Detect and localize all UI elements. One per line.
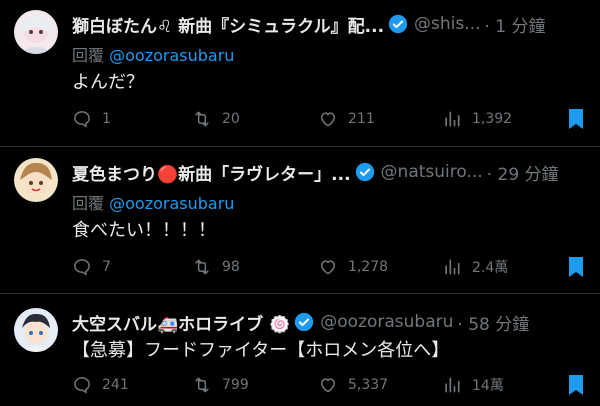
- tweet-text: よんだ？: [72, 72, 144, 93]
- reply-button[interactable]: 1: [72, 107, 111, 131]
- tweet-header: 大空スバル🚑ホロライブ 🍥 @oozorasubaru · 58 分鐘: [72, 310, 590, 334]
- like-count: 211: [348, 111, 375, 127]
- avatar-image: [14, 158, 58, 202]
- heart-icon: [321, 260, 335, 275]
- bookmark-icon[interactable]: [566, 256, 586, 278]
- display-name[interactable]: 大空スバル🚑ホロライブ 🍥: [72, 310, 290, 335]
- like-button[interactable]: 1,278: [318, 255, 388, 279]
- retweet-button[interactable]: 20: [192, 107, 240, 131]
- reply-button[interactable]: 7: [72, 255, 111, 279]
- avatar[interactable]: [14, 10, 58, 54]
- tweet-1[interactable]: 獅白ぼたん♌ 新曲『シミュラクル』配... @shis... · 1 分鐘 回覆…: [0, 0, 600, 147]
- avatar-image: [14, 308, 58, 352]
- timestamp[interactable]: · 29 分鐘: [487, 160, 559, 185]
- reply-button[interactable]: 241: [72, 373, 129, 397]
- retweet-icon: [195, 111, 209, 127]
- user-handle[interactable]: @natsuiro...: [381, 162, 483, 182]
- retweet-count: 799: [222, 377, 249, 393]
- display-name[interactable]: 獅白ぼたん♌ 新曲『シミュラクル』配...: [72, 12, 384, 37]
- timestamp[interactable]: · 1 分鐘: [484, 12, 545, 37]
- heart-icon: [321, 378, 335, 393]
- user-handle[interactable]: @oozorasubaru: [320, 312, 453, 332]
- action-bar: 7 98 1,278 2.4萬: [72, 255, 586, 279]
- action-bar: 1 20 211 1,392: [72, 107, 586, 131]
- tweet-3[interactable]: 大空スバル🚑ホロライブ 🍥 @oozorasubaru · 58 分鐘 【急募】…: [0, 294, 600, 406]
- tweet-2[interactable]: 夏色まつり🔴新曲「ラヴレター」... @natsuiro... · 29 分鐘 …: [0, 147, 600, 294]
- reply-prefix: 回覆: [72, 46, 105, 65]
- retweet-button[interactable]: 799: [192, 373, 249, 397]
- reply-prefix: 回覆: [72, 194, 105, 213]
- view-count: 2.4萬: [472, 260, 509, 276]
- reply-context: 回覆 @oozorasubaru: [72, 42, 234, 66]
- verified-badge-icon: [295, 312, 314, 332]
- bookmark-icon[interactable]: [566, 108, 586, 130]
- verified-badge-icon: [388, 14, 408, 34]
- views-button[interactable]: 1,392: [442, 107, 512, 131]
- reply-icon: [74, 377, 90, 394]
- retweet-icon: [195, 377, 209, 393]
- views-chart-icon: [445, 259, 460, 275]
- heart-icon: [321, 112, 335, 127]
- reply-icon: [74, 259, 90, 276]
- retweet-count: 98: [222, 259, 240, 275]
- views-button[interactable]: 14萬: [442, 373, 504, 397]
- tweet-text: 食べたい！！！！: [72, 220, 216, 241]
- views-chart-icon: [445, 377, 460, 393]
- like-count: 1,278: [348, 259, 389, 275]
- reply-count: 241: [102, 377, 129, 393]
- like-count: 5,337: [348, 377, 389, 393]
- user-handle[interactable]: @shis...: [414, 14, 480, 34]
- reply-context: 回覆 @oozorasubaru: [72, 190, 234, 214]
- reply-to-link[interactable]: @oozorasubaru: [109, 194, 234, 213]
- retweet-count: 20: [222, 111, 240, 127]
- avatar[interactable]: [14, 308, 58, 352]
- like-button[interactable]: 211: [318, 107, 375, 131]
- views-chart-icon: [445, 111, 460, 127]
- reply-to-link[interactable]: @oozorasubaru: [109, 46, 234, 65]
- verified-badge-icon: [355, 162, 374, 182]
- view-count: 14萬: [472, 378, 504, 394]
- retweet-button[interactable]: 98: [192, 255, 240, 279]
- tweet-header: 獅白ぼたん♌ 新曲『シミュラクル』配... @shis... · 1 分鐘: [72, 12, 590, 36]
- display-name[interactable]: 夏色まつり🔴新曲「ラヴレター」...: [72, 160, 351, 185]
- reply-count: 1: [102, 111, 111, 127]
- retweet-icon: [195, 259, 209, 275]
- avatar-image: [14, 10, 58, 54]
- reply-count: 7: [102, 259, 111, 275]
- tweet-header: 夏色まつり🔴新曲「ラヴレター」... @natsuiro... · 29 分鐘: [72, 160, 590, 184]
- tweet-text: 【急募】フードファイター【ホロメン各位へ】: [72, 340, 450, 361]
- reply-icon: [74, 111, 90, 128]
- views-button[interactable]: 2.4萬: [442, 255, 508, 279]
- bookmark-icon[interactable]: [566, 374, 586, 396]
- timestamp[interactable]: · 58 分鐘: [457, 310, 529, 335]
- view-count: 1,392: [472, 111, 513, 127]
- like-button[interactable]: 5,337: [318, 373, 388, 397]
- avatar[interactable]: [14, 158, 58, 202]
- action-bar: 241 799 5,337 14萬: [72, 373, 586, 397]
